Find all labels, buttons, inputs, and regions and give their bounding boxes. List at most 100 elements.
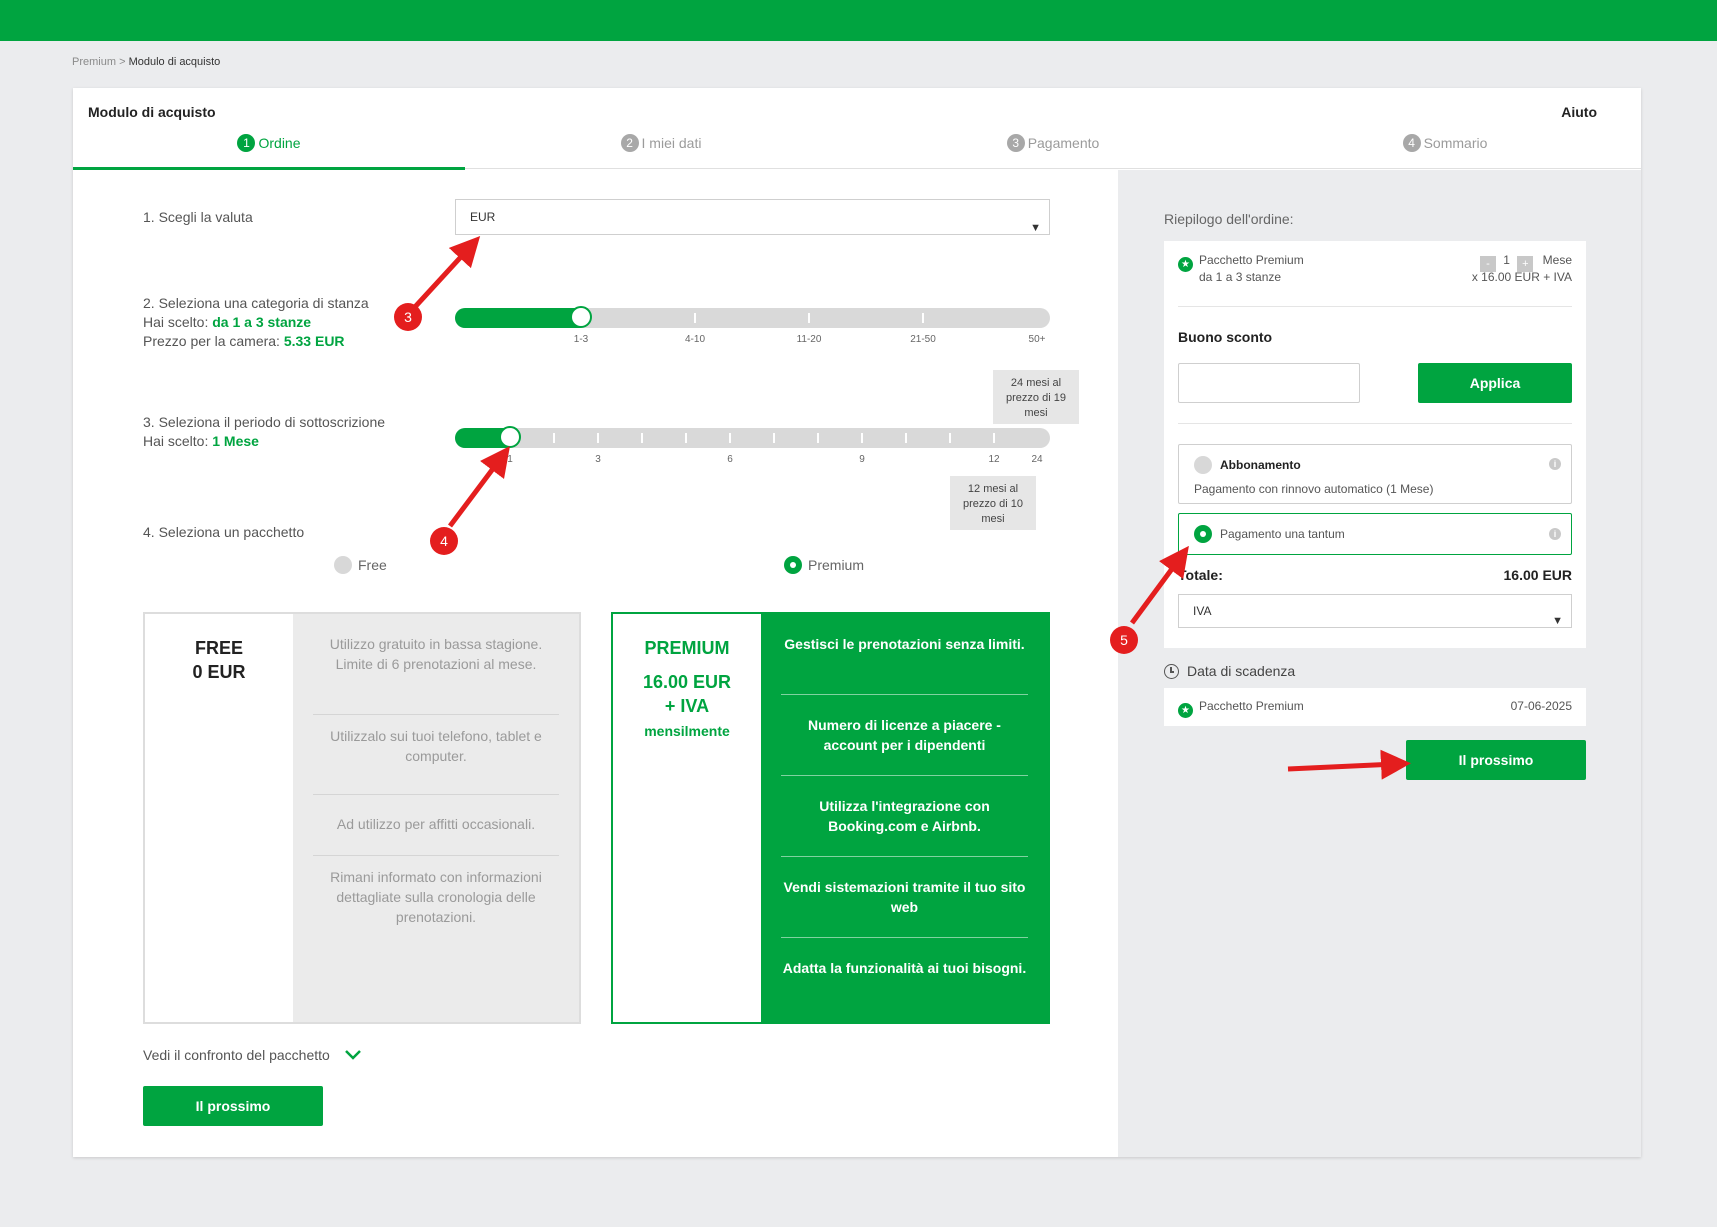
next-button[interactable]: Il prossimo	[143, 1086, 323, 1126]
breadcrumb-current: Modulo di acquisto	[128, 56, 221, 68]
breadcrumb-parent[interactable]: Premium	[72, 56, 116, 68]
star-icon: ★	[1178, 703, 1193, 718]
subscription-option[interactable]: Abbonamento Pagamento con rinnovo automa…	[1178, 444, 1572, 504]
slider-tick	[922, 313, 924, 323]
premium-features: Gestisci le prenotazioni senza limiti. N…	[761, 614, 1048, 1022]
tab-order[interactable]: 1 Ordine	[73, 134, 465, 158]
period-chosen-value: 1 Mese	[212, 433, 259, 449]
tab-my-data[interactable]: 2I miei dati	[465, 134, 857, 158]
premium-package-price: 16.00 EUR	[642, 672, 732, 692]
expiry-date: 07-06-2025	[1510, 699, 1572, 713]
help-link[interactable]: Aiuto	[1561, 104, 1597, 120]
info-icon[interactable]: i	[1549, 458, 1561, 470]
step-number: 1	[237, 134, 256, 152]
subscription-desc: Pagamento con rinnovo automatico (1 Mese…	[1194, 482, 1434, 496]
divider	[1178, 423, 1572, 424]
room-category-slider[interactable]	[455, 306, 1050, 328]
chevron-down-icon: ▼	[1030, 222, 1041, 234]
period-tick-label: 3	[595, 454, 601, 465]
period-tick-label: 6	[727, 454, 733, 465]
summary-title: Riepilogo dell'ordine:	[1164, 211, 1294, 227]
period-slider[interactable]	[455, 426, 1050, 448]
room-price-prefix: Prezzo per la camera:	[143, 333, 284, 349]
slider-tick	[641, 433, 643, 443]
vat-select[interactable]: IVA ▼	[1178, 594, 1572, 628]
tab-summary[interactable]: 4 Sommario	[1249, 134, 1641, 158]
qty-unit: Mese	[1542, 253, 1572, 267]
chevron-down-icon	[344, 1050, 361, 1060]
radio-checked-icon	[784, 556, 802, 574]
slider-tick	[861, 433, 863, 443]
room-tick-label: 1-3	[573, 334, 589, 345]
step-number: 4	[1402, 134, 1421, 152]
page-title: Modulo di acquisto	[88, 104, 216, 120]
free-features: Utilizzo gratuito in bassa stagione. Lim…	[293, 614, 579, 1022]
feature-divider	[313, 714, 559, 715]
period-tick-label: 9	[859, 454, 865, 465]
slider-tick	[949, 433, 951, 443]
slider-tick	[993, 433, 995, 443]
feature-divider	[781, 694, 1028, 695]
expiry-item: ★ Pacchetto Premium	[1178, 699, 1304, 718]
total-value: 16.00 EUR	[1503, 567, 1572, 583]
feature-divider	[781, 937, 1028, 938]
free-package-card[interactable]: FREE 0 EUR Utilizzo gratuito in bassa st…	[143, 612, 581, 1024]
order-options-panel: 1. Scegli la valuta EUR ▼ 2. Seleziona u…	[73, 170, 1118, 1157]
expiry-item-name: Pacchetto Premium	[1199, 699, 1304, 713]
premium-package-name: PREMIUM	[644, 638, 730, 658]
period-tick-label: 1	[507, 454, 513, 465]
step-label: Sommario	[1423, 135, 1488, 151]
compare-link-label: Vedi il confronto del pacchetto	[143, 1047, 330, 1063]
subscription-title: Abbonamento	[1220, 458, 1301, 472]
expiry-label: Data di scadenza	[1187, 663, 1296, 679]
apply-coupon-button[interactable]: Applica	[1418, 363, 1572, 403]
step-tabs: 1 Ordine 2I miei dati 3 Pagamento 4 Sommari…	[73, 134, 1641, 158]
step-number: 3	[1006, 134, 1025, 152]
slider-tick	[773, 433, 775, 443]
feature-item: Vendi sistemazioni tramite il tuo sito w…	[783, 879, 1026, 915]
room-price-value: 5.33 EUR	[283, 333, 345, 349]
coupon-input[interactable]	[1178, 363, 1360, 403]
room-slider-handle[interactable]	[570, 306, 592, 328]
breadcrumb: Premium > Modulo di acquisto	[72, 56, 220, 68]
free-package-name: FREE	[194, 638, 243, 658]
period-tick-label: 12	[988, 454, 1000, 465]
promo-12-months: 12 mesi al prezzo di 10 mesi	[950, 476, 1036, 530]
feature-item: Numero di licenze a piacere - account pe…	[808, 717, 1001, 753]
package-option-label: Premium	[808, 557, 865, 573]
chevron-down-icon: ▼	[1552, 615, 1563, 627]
breadcrumb-separator: >	[116, 56, 129, 68]
room-chosen: Hai scelto: da 1 a 3 stanze	[143, 313, 311, 332]
room-category-label: 2. Seleziona una categoria di stanza	[143, 295, 369, 311]
compare-packages-link[interactable]: Vedi il confronto del pacchetto	[143, 1046, 362, 1065]
feature-item: Utilizza l'integrazione con Booking.com …	[819, 798, 990, 834]
period-slider-handle[interactable]	[499, 426, 521, 448]
premium-package-vat: + IVA	[664, 696, 710, 716]
currency-label: 1. Scegli la valuta	[143, 209, 253, 225]
expiry-header: Data di scadenza	[1164, 663, 1295, 679]
slider-tick	[905, 433, 907, 443]
feature-divider	[313, 855, 559, 856]
unit-price: x 16.00 EUR + IVA	[1471, 270, 1572, 284]
period-chosen: Hai scelto: 1 Mese	[143, 432, 259, 451]
one-time-payment-option[interactable]: Pagamento una tantum i	[1178, 513, 1572, 555]
slider-tick	[817, 433, 819, 443]
currency-select[interactable]: EUR ▼	[455, 199, 1050, 235]
radio-checked-icon	[1194, 525, 1212, 543]
feature-item: Utilizzo gratuito in bassa stagione. Lim…	[329, 636, 543, 672]
free-package-header: FREE 0 EUR	[145, 614, 293, 1022]
premium-package-card[interactable]: PREMIUM 16.00 EUR + IVA mensilmente Gest…	[611, 612, 1050, 1024]
package-option-free[interactable]: Free	[334, 556, 387, 574]
expiry-box: ★ Pacchetto Premium 07-06-2025	[1164, 688, 1586, 726]
vat-select-value: IVA	[1193, 604, 1212, 618]
star-icon: ★	[1178, 257, 1193, 272]
package-option-premium[interactable]: Premium	[784, 556, 864, 574]
annotation-marker-5: 5	[1110, 626, 1138, 654]
summary-next-button[interactable]: Il prossimo	[1406, 740, 1586, 780]
tab-payment[interactable]: 3 Pagamento	[857, 134, 1249, 158]
info-icon[interactable]: i	[1549, 528, 1561, 540]
period-tick-label: 24	[1031, 454, 1043, 465]
annotation-marker-3: 3	[394, 303, 422, 331]
feature-divider	[781, 856, 1028, 857]
one-time-label: Pagamento una tantum	[1220, 527, 1345, 541]
